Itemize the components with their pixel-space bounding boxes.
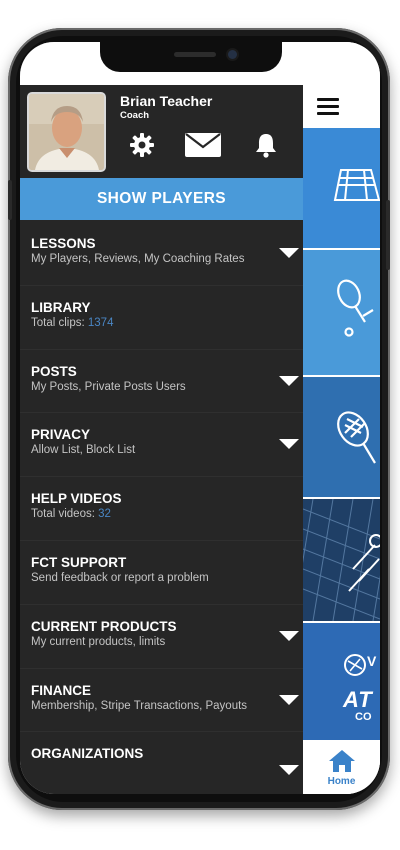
menu-item-library[interactable]: LIBRARY Total clips: 1374	[20, 286, 303, 350]
menu-item-subtitle: My Players, Reviews, My Coaching Rates	[31, 253, 245, 265]
menu-item-title: HELP VIDEOS	[31, 491, 122, 507]
racket-ball-icon	[337, 279, 374, 337]
chevron-down-icon[interactable]	[279, 765, 299, 776]
partner-logo-text-2: AT	[343, 687, 373, 712]
phone-side-button	[386, 200, 390, 270]
chevron-down-icon[interactable]	[279, 630, 299, 641]
drawer-menu: LESSONS My Players, Reviews, My Coaching…	[20, 222, 303, 794]
video-count: 32	[98, 508, 111, 521]
menu-item-finance[interactable]: FINANCE Membership, Stripe Transactions,…	[20, 669, 303, 733]
tennis-racket-icon	[337, 411, 376, 464]
menu-item-subtitle: Membership, Stripe Transactions, Payouts	[31, 699, 248, 712]
phone-camera	[228, 50, 237, 59]
chevron-down-icon[interactable]	[279, 375, 299, 386]
tile-court[interactable]	[303, 128, 380, 248]
tab-home-label: Home	[327, 776, 356, 787]
profile-header: Brian Teacher Coach	[20, 85, 303, 178]
menu-item-subtitle: Send feedback or report a problem	[31, 571, 209, 584]
home-icon	[328, 750, 355, 772]
phone-volume-button	[8, 180, 12, 220]
menu-item-title: CURRENT PRODUCTS	[31, 618, 177, 634]
navigation-drawer: Brian Teacher Coach SHOW PLAYERS LESSONS…	[20, 42, 303, 794]
mail-icon	[185, 133, 221, 157]
chevron-down-icon[interactable]	[279, 248, 299, 258]
avatar[interactable]	[27, 92, 106, 172]
user-role: Coach	[120, 110, 150, 121]
partner-logo-text-3: CO	[355, 711, 372, 723]
settings-button[interactable]	[126, 129, 158, 161]
tile-net[interactable]	[303, 499, 380, 621]
phone-notch	[100, 42, 282, 72]
partner-logo-text-1: V	[367, 653, 377, 669]
notifications-button[interactable]	[252, 129, 280, 161]
menu-item-subtitle: Total videos: 32	[31, 508, 111, 520]
bell-icon	[256, 134, 276, 158]
chevron-down-icon[interactable]	[279, 694, 299, 705]
net-pattern-icon	[303, 499, 380, 621]
user-name: Brian Teacher	[120, 93, 213, 109]
menu-item-subtitle: Allow List, Block List	[31, 444, 136, 457]
chevron-down-icon[interactable]	[279, 439, 299, 450]
phone-speaker	[174, 52, 216, 57]
hamburger-icon[interactable]	[317, 98, 339, 119]
menu-item-subtitle: My current products, limits	[31, 635, 166, 648]
clip-count: 1374	[87, 316, 114, 329]
menu-item-title: FINANCE	[31, 682, 91, 698]
show-players-button[interactable]: SHOW PLAYERS	[20, 178, 303, 220]
menu-item-title: ORGANIZATIONS	[31, 746, 144, 762]
menu-item-subtitle: My Posts, Private Posts Users	[31, 380, 186, 393]
avatar-photo	[29, 94, 104, 170]
help-videos-subtitle-text: Total videos:	[31, 508, 99, 521]
menu-item-help-videos[interactable]: HELP VIDEOS Total videos: 32	[20, 477, 303, 541]
menu-item-organizations[interactable]: ORGANIZATIONS	[20, 732, 303, 794]
menu-item-title: POSTS	[31, 363, 77, 379]
menu-item-current-products[interactable]: CURRENT PRODUCTS My current products, li…	[20, 605, 303, 669]
tennis-court-icon	[333, 169, 380, 201]
menu-item-lessons[interactable]: LESSONS My Players, Reviews, My Coaching…	[20, 222, 303, 286]
gear-icon	[130, 133, 154, 157]
menu-item-privacy[interactable]: PRIVACY Allow List, Block List	[20, 413, 303, 478]
library-subtitle-text: Total clips:	[31, 316, 88, 329]
tile-partner-logo[interactable]: V AT CO	[303, 623, 380, 740]
mail-button[interactable]	[183, 129, 223, 161]
menu-item-title: FCT SUPPORT	[31, 554, 127, 570]
menu-item-title: LESSONS	[31, 236, 96, 251]
tile-player[interactable]	[303, 250, 380, 375]
menu-item-posts[interactable]: POSTS My Posts, Private Posts Users	[20, 350, 303, 414]
menu-item-subtitle: Total clips: 1374	[31, 317, 113, 329]
menu-item-fct-support[interactable]: FCT SUPPORT Send feedback or report a pr…	[20, 541, 303, 605]
app-screen: Brian Teacher Coach SHOW PLAYERS LESSONS…	[20, 42, 380, 794]
menu-item-title: PRIVACY	[31, 427, 91, 443]
tile-racket[interactable]	[303, 377, 380, 497]
tab-home[interactable]: Home	[303, 742, 380, 794]
menu-item-title: LIBRARY	[31, 299, 91, 315]
main-content-peek: V AT CO Home	[303, 42, 380, 794]
